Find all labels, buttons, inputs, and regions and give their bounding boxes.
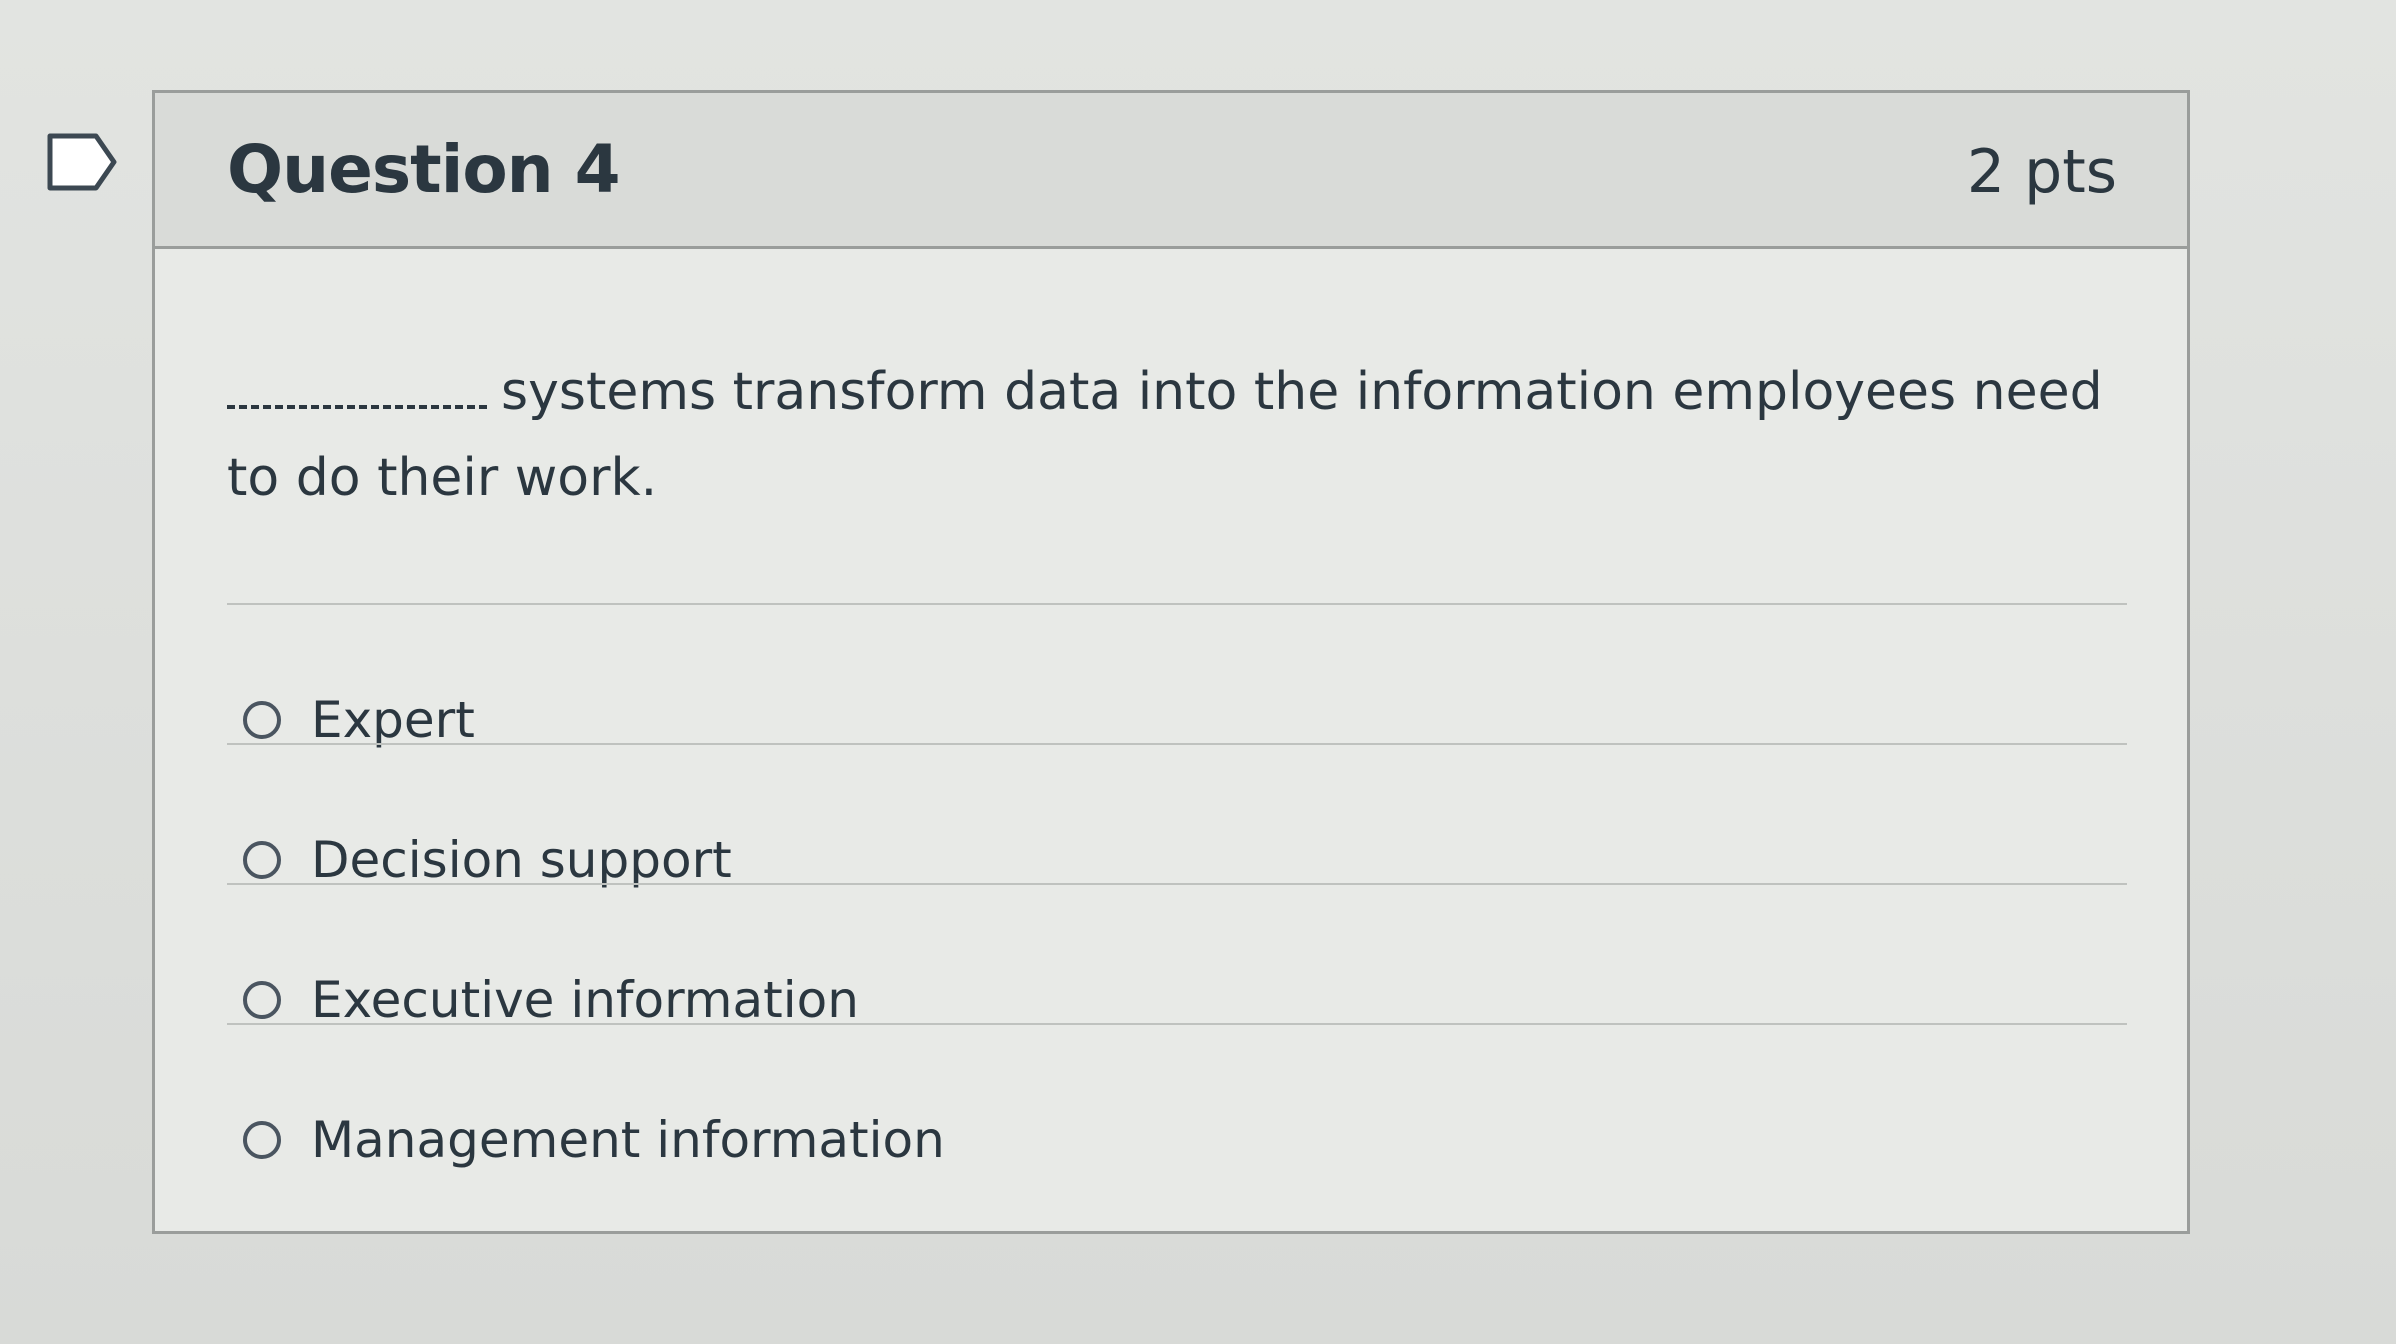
divider: [227, 883, 2127, 885]
answer-option-decision-support[interactable]: Decision support: [243, 815, 732, 905]
answer-option-management-information[interactable]: Management information: [243, 1095, 945, 1185]
question-header: Question 4 2 pts: [155, 93, 2187, 249]
answer-label: Management information: [311, 1111, 945, 1169]
answer-option-executive-information[interactable]: Executive information: [243, 955, 859, 1045]
fill-in-blank: [227, 363, 487, 409]
radio-unchecked-icon[interactable]: [243, 981, 281, 1019]
flag-question-icon[interactable]: [46, 132, 118, 192]
radio-unchecked-icon[interactable]: [243, 1121, 281, 1159]
radio-unchecked-icon[interactable]: [243, 701, 281, 739]
answer-label: Executive information: [311, 971, 859, 1029]
answer-option-expert[interactable]: Expert: [243, 675, 475, 765]
divider: [227, 603, 2127, 605]
answer-label: Decision support: [311, 831, 732, 889]
radio-unchecked-icon[interactable]: [243, 841, 281, 879]
page-background: Question 4 2 pts systems transform data …: [0, 0, 2396, 1344]
question-points: 2 pts: [1966, 137, 2117, 207]
question-text: systems transform data into the informat…: [227, 349, 2147, 521]
question-title: Question 4: [227, 131, 621, 208]
question-body: systems transform data into the informat…: [227, 362, 2103, 508]
answer-label: Expert: [311, 691, 475, 749]
divider: [227, 1023, 2127, 1025]
question-card: Question 4 2 pts systems transform data …: [152, 90, 2190, 1234]
divider: [227, 743, 2127, 745]
